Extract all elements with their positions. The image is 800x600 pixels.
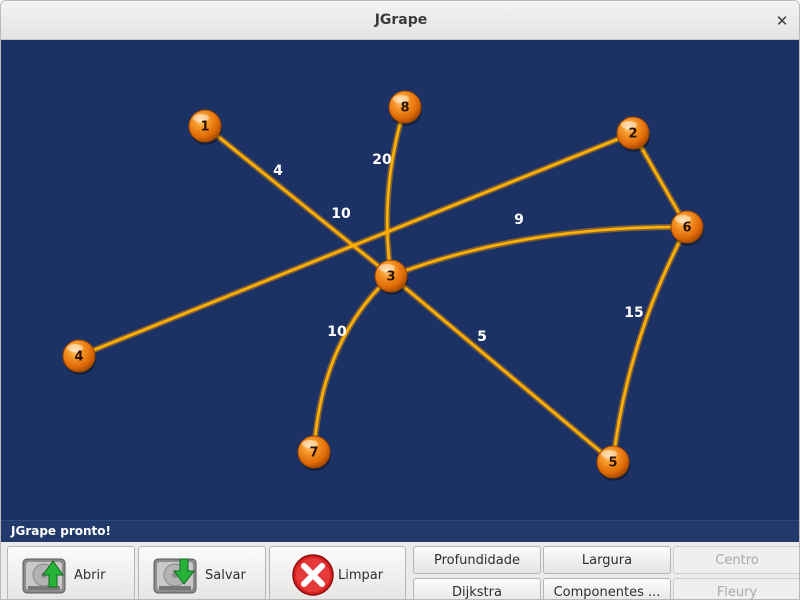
clear-button[interactable]: Limpar bbox=[269, 546, 406, 599]
close-icon[interactable]: ✕ bbox=[771, 10, 793, 32]
breadth-search-label: Largura bbox=[581, 552, 633, 568]
edge-3-7[interactable] bbox=[312, 275, 392, 453]
dijkstra-button[interactable]: Dijkstra bbox=[413, 578, 541, 600]
clear-x-icon bbox=[292, 554, 334, 596]
graph-node-5[interactable]: 5 bbox=[596, 445, 630, 481]
edge-weight-8-3: 20 bbox=[372, 152, 392, 168]
status-text: JGrape pronto! bbox=[11, 524, 111, 538]
edge-6-5[interactable] bbox=[611, 226, 689, 463]
graph-node-7[interactable]: 7 bbox=[297, 435, 331, 471]
node-label-2: 2 bbox=[628, 127, 637, 142]
components-button[interactable]: Componentes ... bbox=[543, 578, 671, 600]
save-drive-icon bbox=[153, 558, 197, 594]
edge-glow-8-3 bbox=[384, 106, 408, 277]
edge-4-2[interactable] bbox=[78, 131, 634, 358]
node-label-4: 4 bbox=[74, 350, 83, 365]
edge-3-5[interactable] bbox=[390, 275, 614, 463]
node-label-3: 3 bbox=[386, 270, 395, 285]
components-label: Componentes ... bbox=[553, 584, 661, 600]
title-bar: JGrape ✕ bbox=[1, 1, 799, 40]
breadth-search-button[interactable]: Largura bbox=[543, 546, 671, 574]
depth-search-button[interactable]: Profundidade bbox=[413, 546, 541, 574]
graph-svg[interactable]: 4 20 10 9 10 5 15 1 2 3 4 5 6 7 8 bbox=[1, 40, 800, 520]
graph-node-6[interactable]: 6 bbox=[670, 210, 704, 246]
jgrape-window: JGrape ✕ 4 20 10 9 10 5 15 12345678 JGra… bbox=[0, 0, 800, 600]
graph-canvas[interactable]: 4 20 10 9 10 5 15 1 2 3 4 5 6 7 8 bbox=[1, 40, 800, 520]
node-label-8: 8 bbox=[400, 101, 409, 116]
window-title: JGrape bbox=[374, 12, 428, 28]
depth-search-label: Profundidade bbox=[433, 552, 520, 568]
edge-weight-1-3: 4 bbox=[273, 163, 283, 179]
weights-layer: 4 20 10 9 10 5 15 bbox=[273, 152, 644, 345]
node-label-1: 1 bbox=[200, 120, 209, 135]
graph-node-4[interactable]: 4 bbox=[62, 339, 96, 375]
toolbar: Abrir Salvar Limpar Profundidade Largura… bbox=[1, 542, 799, 600]
edge-weight-3-5: 5 bbox=[477, 329, 487, 345]
edge-glow-3-6 bbox=[389, 223, 688, 279]
nodes-layer: 1 2 3 4 5 6 7 8 bbox=[62, 90, 704, 481]
open-button[interactable]: Abrir bbox=[7, 546, 135, 599]
dijkstra-label: Dijkstra bbox=[452, 584, 502, 600]
edge-weight-3-6: 9 bbox=[514, 212, 524, 228]
edge-weight-3-7: 10 bbox=[327, 324, 347, 340]
edge-1-3[interactable] bbox=[204, 124, 392, 278]
center-button[interactable]: Centro bbox=[673, 546, 799, 574]
clear-button-label: Limpar bbox=[338, 567, 384, 583]
fleury-button[interactable]: Fleury bbox=[673, 578, 799, 600]
node-label-6: 6 bbox=[682, 221, 691, 236]
center-label: Centro bbox=[715, 552, 759, 568]
node-label-7: 7 bbox=[309, 446, 318, 461]
edge-glow-6-5 bbox=[610, 225, 690, 463]
edge-weight-6-5: 15 bbox=[624, 305, 643, 321]
node-label-5: 5 bbox=[608, 456, 617, 471]
edge-glow-3-7 bbox=[311, 273, 394, 453]
graph-node-2[interactable]: 2 bbox=[616, 116, 650, 152]
graph-node-1[interactable]: 1 bbox=[188, 109, 222, 145]
save-button[interactable]: Salvar bbox=[138, 546, 266, 599]
status-bar: JGrape pronto! bbox=[1, 520, 799, 542]
edge-weight-4-2: 10 bbox=[331, 206, 351, 222]
save-button-label: Salvar bbox=[205, 567, 246, 583]
fleury-label: Fleury bbox=[716, 584, 758, 600]
graph-node-8[interactable]: 8 bbox=[388, 90, 422, 126]
open-drive-icon bbox=[22, 558, 66, 594]
open-button-label: Abrir bbox=[74, 567, 106, 583]
